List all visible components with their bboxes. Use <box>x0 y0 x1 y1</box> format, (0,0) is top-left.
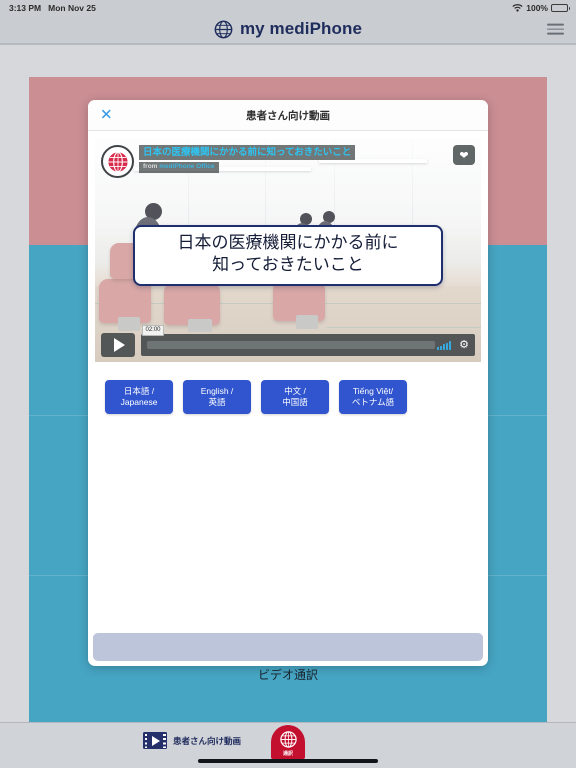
app-brand-name: my mediPhone <box>239 19 363 38</box>
status-bar-left: 3:13 PM Mon Nov 25 <box>0 3 96 13</box>
status-date: Mon Nov 25 <box>48 2 96 13</box>
hamburger-menu-icon[interactable] <box>547 23 564 35</box>
hamburger-line <box>547 32 564 35</box>
language-button-line-1: 日本語 / <box>123 385 155 396</box>
hamburger-line <box>547 23 564 26</box>
volume-bars-icon[interactable] <box>437 340 451 350</box>
play-triangle <box>152 735 160 746</box>
modal-title: 患者さん向け動画 <box>246 109 330 122</box>
language-button-line-2: 英語 <box>208 397 226 407</box>
modal-content-spacer <box>88 414 488 633</box>
language-button-row: 日本語 / Japanese English / 英語 中文 / 中国語 Tiế… <box>88 362 488 414</box>
tab-interpreter-label: 通訳 <box>282 750 293 757</box>
from-prefix: from <box>143 163 160 171</box>
video-overlay-header: 日本の医療機関にかかる前に知っておきたいこと from mediPhone Of… <box>101 145 475 178</box>
battery-percent-label: 100% <box>526 2 548 13</box>
status-time: 3:13 PM <box>9 2 42 13</box>
play-triangle <box>114 338 125 352</box>
tab-patient-videos[interactable]: 患者さん向け動画 <box>143 732 241 749</box>
heart-icon[interactable]: ❤ <box>453 145 475 165</box>
globe-logo-icon <box>101 145 134 178</box>
modal-footer-bar[interactable] <box>93 633 483 661</box>
globe-icon <box>279 730 297 748</box>
modal-titlebar: ✕ 患者さん向け動画 <box>88 100 488 131</box>
globe-icon <box>214 20 233 38</box>
chair-leg <box>118 317 141 331</box>
app-brand: my mediPhone <box>214 19 362 39</box>
volume-bar <box>437 347 439 350</box>
app-header: my mediPhone <box>0 15 576 43</box>
video-timestamp: 02:00 <box>142 325 165 336</box>
language-button-line-2: ベトナム語 <box>351 397 395 407</box>
language-button-english[interactable]: English / 英語 <box>183 380 251 414</box>
play-icon[interactable] <box>101 333 135 357</box>
video-title-line-1: 日本の医療機関にかかる前に <box>177 233 399 253</box>
video-interpretation-caption: ビデオ通訳 <box>257 668 318 682</box>
video-source-label: from mediPhone Office <box>139 161 219 173</box>
video-progress-bar <box>147 341 435 349</box>
status-bar-right: 100% <box>512 3 576 13</box>
from-source: mediPhone Office <box>159 163 215 171</box>
wifi-icon <box>512 4 523 12</box>
language-button-line-1: 中文 / <box>284 385 306 396</box>
battery-icon <box>551 3 570 12</box>
language-button-vietnamese[interactable]: Tiếng Việt/ ベトナム語 <box>339 380 407 414</box>
hamburger-line <box>547 28 564 30</box>
language-button-line-2: 中国語 <box>282 397 308 407</box>
floor-line <box>326 327 481 328</box>
chair-leg <box>187 319 212 332</box>
volume-bar <box>446 342 448 350</box>
video-overlay-title: 日本の医療機関にかかる前に知っておきたいこと <box>139 145 356 160</box>
header-divider <box>0 43 576 45</box>
chair-leg <box>295 315 318 329</box>
gear-icon[interactable]: ⚙ <box>459 339 469 351</box>
home-indicator <box>198 759 378 763</box>
film-play-icon <box>143 732 167 749</box>
volume-bar <box>449 341 451 350</box>
close-icon[interactable]: ✕ <box>100 108 113 123</box>
language-button-line-2: Japanese <box>120 397 158 407</box>
language-button-japanese[interactable]: 日本語 / Japanese <box>105 380 173 414</box>
video-player[interactable]: 日本の医療機関にかかる前に知っておきたいこと from mediPhone Of… <box>95 139 481 362</box>
video-progress-track[interactable]: 02:00 ⚙ <box>141 325 475 356</box>
tab-interpreter[interactable]: 通訳 <box>271 725 305 759</box>
video-title-line-2: 知っておきたいこと <box>212 254 364 275</box>
patient-video-modal: ✕ 患者さん向け動画 日本の医療機関にかかる前に知っておきたいこと from m… <box>88 100 488 666</box>
tab-patient-videos-label: 患者さん向け動画 <box>173 735 242 746</box>
language-button-line-1: English / <box>200 385 234 396</box>
ios-status-bar: 3:13 PM Mon Nov 25 100% <box>0 0 576 15</box>
language-button-chinese[interactable]: 中文 / 中国語 <box>261 380 329 414</box>
video-controls: 02:00 ⚙ <box>95 325 481 358</box>
volume-bar <box>443 344 445 350</box>
video-meta: 日本の医療機関にかかる前に知っておきたいこと from mediPhone Of… <box>139 145 356 173</box>
language-button-line-1: Tiếng Việt/ <box>352 385 394 396</box>
bottom-tab-bar: 患者さん向け動画 通訳 <box>0 722 576 768</box>
volume-bar <box>440 345 442 350</box>
video-title-card: 日本の医療機関にかかる前に 知っておきたいこと <box>133 225 443 286</box>
